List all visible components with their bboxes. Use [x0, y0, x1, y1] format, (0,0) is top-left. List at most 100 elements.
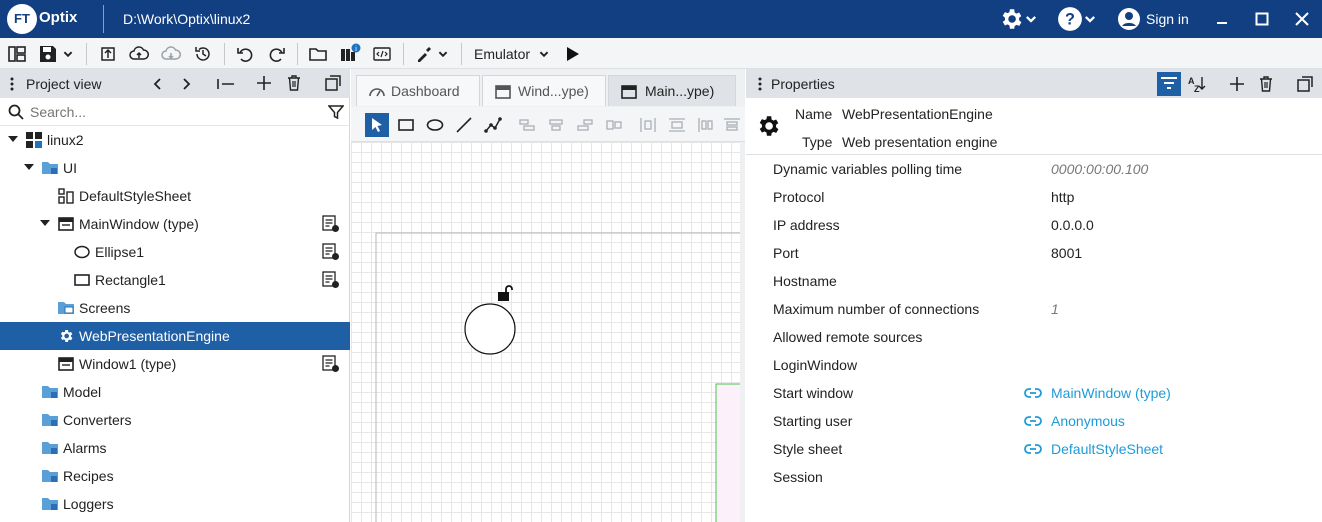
property-row[interactable]: Starting user Anonymous: [746, 407, 1322, 435]
property-row[interactable]: Maximum number of connections 1: [746, 295, 1322, 323]
line-tool[interactable]: [452, 113, 476, 137]
redo-button[interactable]: [266, 43, 288, 65]
export-button[interactable]: [97, 43, 119, 65]
property-row[interactable]: Dynamic variables polling time 0000:00:0…: [746, 155, 1322, 183]
add-icon[interactable]: [1229, 76, 1245, 92]
tab-dashboard[interactable]: Dashboard: [356, 75, 480, 106]
close-button[interactable]: [1293, 6, 1311, 32]
align-center-tool[interactable]: [544, 113, 568, 137]
expand-arrow-icon[interactable]: [8, 136, 18, 142]
upload-button[interactable]: [128, 43, 150, 65]
search-input[interactable]: [30, 101, 310, 123]
tab-window1[interactable]: Wind...ype): [482, 75, 606, 106]
emulator-dropdown[interactable]: [536, 43, 552, 65]
property-row[interactable]: Hostname: [746, 267, 1322, 295]
delete-icon[interactable]: [1259, 76, 1273, 92]
property-value[interactable]: 0.0.0.0: [1051, 217, 1094, 233]
same-width-tool[interactable]: [694, 113, 718, 137]
build-dropdown[interactable]: [435, 43, 451, 65]
library-button[interactable]: i: [339, 43, 361, 65]
property-row[interactable]: Style sheet DefaultStyleSheet: [746, 435, 1322, 463]
sign-in-link[interactable]: Sign in: [1146, 11, 1189, 27]
tree-item-webpresentationengine[interactable]: WebPresentationEngine: [0, 322, 350, 350]
link-icon[interactable]: [1024, 414, 1042, 428]
minimize-button[interactable]: [1213, 6, 1231, 32]
same-height-tool[interactable]: [723, 113, 741, 137]
tree-item-loggers[interactable]: Loggers: [0, 490, 350, 518]
download-button[interactable]: [160, 43, 182, 65]
align-right-tool[interactable]: [573, 113, 597, 137]
tree-item-converters[interactable]: Converters: [0, 406, 350, 434]
filter-icon[interactable]: [328, 104, 344, 120]
help-menu-button[interactable]: ?: [1057, 6, 1097, 32]
tree-item-rectangle1[interactable]: Rectangle1: [0, 266, 350, 294]
user-avatar[interactable]: [1117, 6, 1141, 32]
chevron-left-icon[interactable]: [153, 78, 163, 90]
link-icon[interactable]: [1024, 386, 1042, 400]
tree-item-alarms[interactable]: Alarms: [0, 434, 350, 462]
property-row[interactable]: IP address 0.0.0.0: [746, 211, 1322, 239]
tree-item-defaultstylesheet[interactable]: DefaultStyleSheet: [0, 182, 350, 210]
align-middle-tool[interactable]: [602, 113, 626, 137]
filter-properties-button[interactable]: [1157, 72, 1181, 96]
tab-mainwindow[interactable]: Main...ype): [608, 75, 736, 106]
layout-button[interactable]: [6, 43, 28, 65]
tree-item-recipes[interactable]: Recipes: [0, 462, 350, 490]
property-value[interactable]: 1: [1051, 301, 1059, 317]
tree-item-ui[interactable]: UI: [0, 154, 350, 182]
select-tool[interactable]: [365, 113, 389, 137]
property-row[interactable]: LoginWindow: [746, 351, 1322, 379]
tree-item-screens[interactable]: Screens: [0, 294, 350, 322]
override-icon[interactable]: [322, 355, 340, 373]
save-button[interactable]: [37, 43, 59, 65]
distribute-horizontal-tool[interactable]: [636, 113, 660, 137]
ellipse-tool[interactable]: [423, 113, 447, 137]
undock-icon[interactable]: [1297, 76, 1313, 92]
add-icon[interactable]: [256, 75, 272, 91]
settings-menu-button[interactable]: [998, 6, 1038, 32]
emulator-select[interactable]: Emulator: [474, 46, 530, 62]
expand-arrow-icon[interactable]: [24, 164, 34, 170]
save-dropdown[interactable]: [60, 43, 76, 65]
name-value[interactable]: WebPresentationEngine: [842, 106, 993, 122]
code-button[interactable]: [371, 43, 393, 65]
delete-icon[interactable]: [287, 75, 301, 91]
tree-item-window1[interactable]: Window1 (type): [0, 350, 350, 378]
property-row[interactable]: Port 8001: [746, 239, 1322, 267]
polyline-tool[interactable]: [481, 113, 505, 137]
design-canvas[interactable]: [351, 142, 740, 522]
property-row[interactable]: Session: [746, 463, 1322, 491]
property-value[interactable]: http: [1051, 189, 1074, 205]
property-value-link[interactable]: MainWindow (type): [1051, 385, 1171, 401]
override-icon[interactable]: [322, 215, 340, 233]
collapse-all-icon[interactable]: [217, 77, 235, 91]
sort-az-icon[interactable]: AZ: [1187, 75, 1207, 93]
drag-handle-icon[interactable]: [9, 76, 15, 92]
distribute-vertical-tool[interactable]: [665, 113, 689, 137]
open-folder-button[interactable]: [307, 43, 329, 65]
property-value[interactable]: 8001: [1051, 245, 1082, 261]
property-value[interactable]: 0000:00:00.100: [1051, 161, 1148, 177]
build-button[interactable]: [413, 43, 435, 65]
tree-item-linux2[interactable]: linux2: [0, 126, 350, 154]
drag-handle-icon[interactable]: [757, 76, 763, 92]
align-left-tool[interactable]: [515, 113, 539, 137]
maximize-button[interactable]: [1253, 6, 1271, 32]
undock-icon[interactable]: [325, 75, 341, 91]
override-icon[interactable]: [322, 271, 340, 289]
history-button[interactable]: [192, 43, 214, 65]
chevron-right-icon[interactable]: [181, 78, 191, 90]
link-icon[interactable]: [1024, 442, 1042, 456]
property-row[interactable]: Start window MainWindow (type): [746, 379, 1322, 407]
run-button[interactable]: [561, 43, 583, 65]
tree-item-model[interactable]: Model: [0, 378, 350, 406]
property-row[interactable]: Allowed remote sources: [746, 323, 1322, 351]
expand-arrow-icon[interactable]: [40, 220, 50, 226]
property-row[interactable]: Protocol http: [746, 183, 1322, 211]
rectangle-tool[interactable]: [394, 113, 418, 137]
tree-item-mainwindow[interactable]: MainWindow (type): [0, 210, 350, 238]
undo-button[interactable]: [234, 43, 256, 65]
property-value-link[interactable]: DefaultStyleSheet: [1051, 441, 1163, 457]
tree-item-ellipse1[interactable]: Ellipse1: [0, 238, 350, 266]
property-value-link[interactable]: Anonymous: [1051, 413, 1125, 429]
